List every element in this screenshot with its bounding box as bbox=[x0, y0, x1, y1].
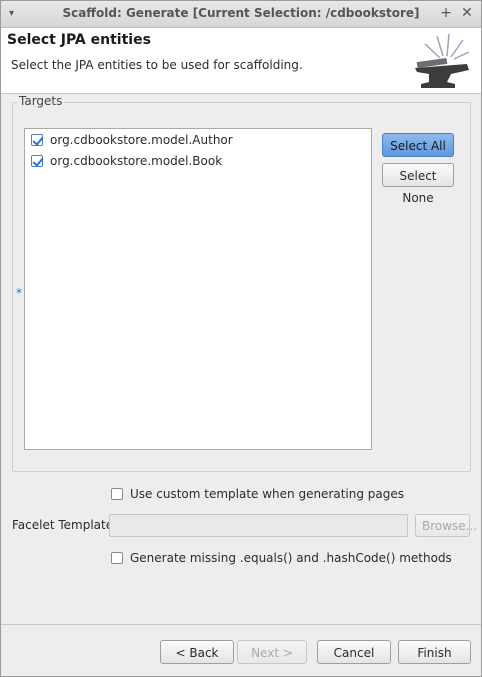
entity-checkbox-author[interactable] bbox=[31, 134, 43, 146]
facelet-template-input[interactable] bbox=[109, 514, 408, 537]
window-title: Scaffold: Generate [Current Selection: /… bbox=[62, 6, 420, 20]
entity-label-book: org.cdbookstore.model.Book bbox=[50, 154, 223, 168]
anvil-icon bbox=[415, 33, 470, 88]
entity-checkbox-book[interactable] bbox=[31, 155, 43, 167]
custom-template-label: Use custom template when generating page… bbox=[130, 487, 405, 501]
finish-button[interactable]: Finish bbox=[398, 640, 471, 664]
facelet-template-label: Facelet Template: bbox=[12, 518, 118, 532]
custom-template-option[interactable]: Use custom template when generating page… bbox=[111, 487, 404, 501]
title-bar[interactable]: ▾ Scaffold: Generate [Current Selection:… bbox=[1, 1, 481, 28]
wizard-header: Select JPA entities Select the JPA entit… bbox=[1, 28, 481, 94]
close-icon[interactable]: ✕ bbox=[459, 5, 475, 21]
next-button[interactable]: Next > bbox=[237, 640, 307, 664]
required-marker: * bbox=[16, 286, 22, 300]
generate-equals-checkbox[interactable] bbox=[111, 552, 123, 564]
entity-list[interactable]: org.cdbookstore.model.Author org.cdbooks… bbox=[24, 128, 372, 450]
browse-button[interactable]: Browse... bbox=[415, 514, 477, 537]
list-item[interactable]: org.cdbookstore.model.Author bbox=[31, 131, 233, 149]
maximize-icon[interactable]: + bbox=[438, 5, 454, 21]
select-none-button[interactable]: Select None bbox=[382, 163, 454, 205]
select-all-button[interactable]: Select All bbox=[382, 133, 454, 157]
footer-separator bbox=[1, 624, 481, 625]
page-title: Select JPA entities bbox=[7, 32, 151, 48]
generate-equals-label: Generate missing .equals() and .hashCode… bbox=[130, 551, 452, 565]
custom-template-checkbox[interactable] bbox=[111, 488, 123, 500]
cancel-button[interactable]: Cancel bbox=[317, 640, 391, 664]
generate-equals-option[interactable]: Generate missing .equals() and .hashCode… bbox=[111, 551, 452, 565]
list-item[interactable]: org.cdbookstore.model.Book bbox=[31, 152, 222, 170]
wizard-dialog: ▾ Scaffold: Generate [Current Selection:… bbox=[0, 0, 482, 677]
page-description: Select the JPA entities to be used for s… bbox=[11, 58, 303, 72]
targets-group-label: Targets bbox=[17, 94, 65, 108]
back-button[interactable]: < Back bbox=[160, 640, 234, 664]
entity-label-author: org.cdbookstore.model.Author bbox=[50, 133, 233, 147]
